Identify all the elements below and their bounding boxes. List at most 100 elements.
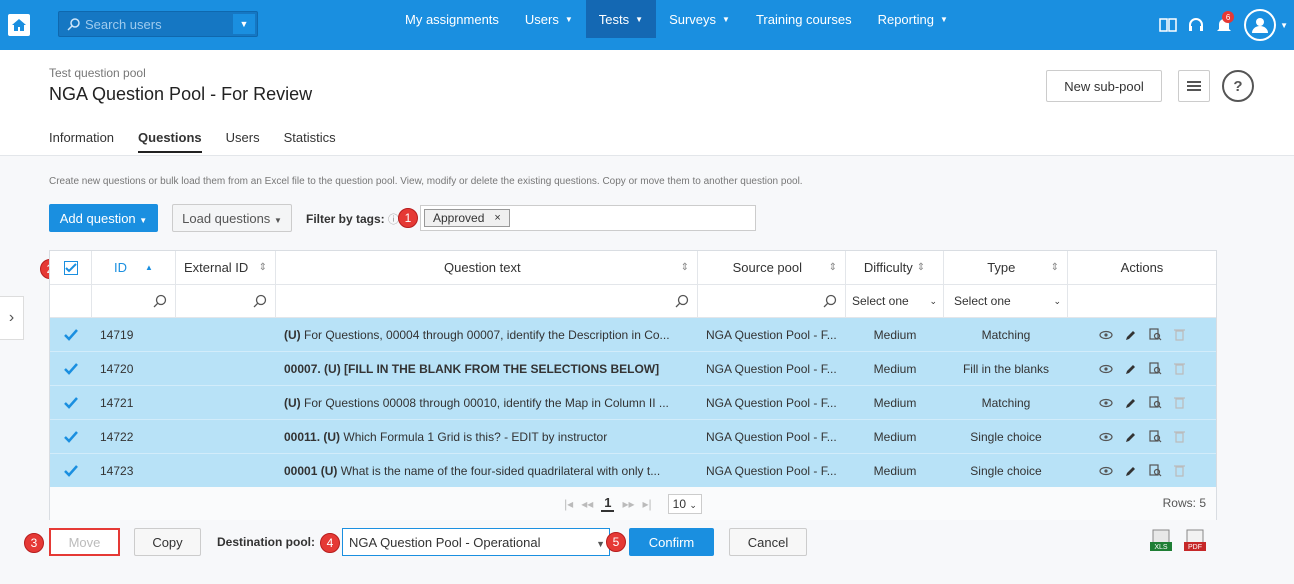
filter-source-pool[interactable] bbox=[698, 285, 846, 317]
row-id: 14722 bbox=[100, 429, 134, 444]
nav-training-courses[interactable]: Training courses bbox=[743, 0, 865, 38]
copy-button[interactable]: Copy bbox=[134, 528, 201, 556]
move-button[interactable]: Move bbox=[49, 528, 120, 556]
header-difficulty[interactable]: Difficulty ⇕ bbox=[846, 251, 944, 284]
topbar-right-icons: 6 ▼ bbox=[1154, 0, 1294, 50]
question-prefix: (U) bbox=[284, 395, 301, 410]
header-external-id[interactable]: External ID ⇕ bbox=[176, 251, 276, 284]
filter-difficulty-select[interactable]: Select one ⌄ bbox=[846, 285, 944, 317]
preview-doc-icon[interactable] bbox=[1149, 328, 1162, 341]
table-row[interactable]: 14719 (U) For Questions, 00004 through 0… bbox=[50, 318, 1216, 352]
filter-question-text[interactable] bbox=[276, 285, 698, 317]
eye-icon[interactable] bbox=[1099, 398, 1113, 408]
eye-icon[interactable] bbox=[1099, 330, 1113, 340]
nav-my-assignments[interactable]: My assignments bbox=[392, 0, 512, 38]
tab-questions[interactable]: Questions bbox=[138, 130, 202, 153]
notifications-button[interactable]: 6 bbox=[1210, 11, 1238, 39]
header-source-pool[interactable]: Source pool ⇕ bbox=[698, 251, 846, 284]
support-button[interactable] bbox=[1182, 11, 1210, 39]
destination-pool-select[interactable]: NGA Question Pool - Operational ▼ bbox=[342, 528, 610, 556]
tab-information[interactable]: Information bbox=[49, 130, 114, 153]
nav-label: Reporting bbox=[877, 11, 934, 27]
nav-users[interactable]: Users ▼ bbox=[512, 0, 586, 38]
trash-icon[interactable] bbox=[1174, 328, 1185, 341]
pdf-export-icon[interactable]: PDF bbox=[1184, 529, 1206, 555]
nav-surveys[interactable]: Surveys ▼ bbox=[656, 0, 743, 38]
preview-doc-icon[interactable] bbox=[1149, 396, 1162, 409]
current-page[interactable]: 1 bbox=[601, 495, 615, 512]
eye-icon[interactable] bbox=[1099, 364, 1113, 374]
nav-reporting[interactable]: Reporting ▼ bbox=[865, 0, 961, 38]
trash-icon[interactable] bbox=[1174, 362, 1185, 375]
row-checkbox[interactable] bbox=[50, 318, 92, 351]
table-row[interactable]: 14721 (U) For Questions 00008 through 00… bbox=[50, 386, 1216, 420]
sort-icon: ⇕ bbox=[828, 262, 837, 273]
trash-icon[interactable] bbox=[1174, 430, 1185, 443]
new-sub-pool-button[interactable]: New sub-pool bbox=[1046, 70, 1162, 102]
filter-id[interactable] bbox=[92, 285, 176, 317]
header-id-label: ID bbox=[114, 260, 128, 275]
expand-sidebar-button[interactable]: › bbox=[0, 296, 24, 340]
pencil-icon[interactable] bbox=[1125, 465, 1137, 477]
filter-tags-input[interactable]: Approved × bbox=[420, 205, 756, 231]
nav-tests[interactable]: Tests ▼ bbox=[585, 0, 657, 38]
remove-tag-icon[interactable]: × bbox=[494, 212, 500, 224]
last-page-icon[interactable]: ▸| bbox=[643, 497, 652, 511]
confirm-button[interactable]: Confirm bbox=[629, 528, 714, 556]
row-checkbox[interactable] bbox=[50, 420, 92, 453]
first-page-icon[interactable]: |◂ bbox=[564, 497, 573, 511]
pencil-icon[interactable] bbox=[1125, 363, 1137, 375]
search-users-input[interactable] bbox=[85, 16, 235, 32]
search-dropdown-button[interactable]: ▼ bbox=[233, 14, 255, 34]
eye-icon[interactable] bbox=[1099, 432, 1113, 442]
main-nav: My assignments Users ▼ Tests ▼ Surveys ▼ Tr… bbox=[392, 0, 961, 50]
prev-page-icon[interactable]: ◂◂ bbox=[581, 497, 593, 511]
svg-text:XLS: XLS bbox=[1154, 544, 1168, 551]
trash-icon[interactable] bbox=[1174, 396, 1185, 409]
home-button[interactable] bbox=[8, 14, 30, 36]
add-question-button[interactable]: Add question ▼ bbox=[49, 204, 158, 232]
search-users-box[interactable]: ▼ bbox=[58, 11, 258, 37]
header-type[interactable]: Type ⇕ bbox=[944, 251, 1068, 284]
chevron-right-icon: › bbox=[8, 309, 15, 326]
preview-doc-icon[interactable] bbox=[1149, 464, 1162, 477]
caret-down-icon[interactable]: ▼ bbox=[1280, 21, 1288, 30]
filter-external-id[interactable] bbox=[176, 285, 276, 317]
table-row[interactable]: 14723 00001 (U) What is the name of the … bbox=[50, 454, 1216, 488]
step-marker-4: 4 bbox=[320, 533, 340, 553]
row-checkbox[interactable] bbox=[50, 454, 92, 487]
pencil-icon[interactable] bbox=[1125, 329, 1137, 341]
trash-icon[interactable] bbox=[1174, 464, 1185, 477]
header-id[interactable]: ID ▲ bbox=[92, 251, 176, 284]
tab-users[interactable]: Users bbox=[226, 130, 260, 153]
pencil-icon[interactable] bbox=[1125, 397, 1137, 409]
load-questions-button[interactable]: Load questions ▼ bbox=[172, 204, 292, 232]
row-actions bbox=[1068, 352, 1216, 385]
tab-statistics[interactable]: Statistics bbox=[284, 130, 336, 153]
question-prefix: 00001 (U) bbox=[284, 463, 338, 478]
filter-type-select[interactable]: Select one ⌄ bbox=[944, 285, 1068, 317]
preview-doc-icon[interactable] bbox=[1149, 430, 1162, 443]
row-checkbox[interactable] bbox=[50, 386, 92, 419]
table-row[interactable]: 14720 00007. (U) [FILL IN THE BLANK FROM… bbox=[50, 352, 1216, 386]
select-all-checkbox[interactable] bbox=[50, 251, 92, 284]
help-button[interactable]: ? bbox=[1222, 70, 1254, 102]
pencil-icon[interactable] bbox=[1125, 431, 1137, 443]
row-source-pool: NGA Question Pool - F... bbox=[706, 463, 837, 478]
preview-doc-icon[interactable] bbox=[1149, 362, 1162, 375]
row-external-id bbox=[176, 352, 276, 385]
next-page-icon[interactable]: ▸▸ bbox=[622, 497, 634, 511]
header-question-text[interactable]: Question text ⇕ bbox=[276, 251, 698, 284]
book-button[interactable] bbox=[1154, 11, 1182, 39]
eye-icon[interactable] bbox=[1099, 466, 1113, 476]
question-body: Which Formula 1 Grid is this? - EDIT by … bbox=[340, 429, 608, 444]
user-menu-button[interactable] bbox=[1244, 9, 1277, 41]
table-row[interactable]: 14722 00011. (U) Which Formula 1 Grid is… bbox=[50, 420, 1216, 454]
page-size-select[interactable]: 10 ⌄ bbox=[667, 493, 702, 514]
headset-icon bbox=[1189, 18, 1204, 31]
list-menu-button[interactable] bbox=[1178, 70, 1210, 102]
cancel-button[interactable]: Cancel bbox=[729, 528, 807, 556]
row-checkbox[interactable] bbox=[50, 352, 92, 385]
move-copy-bar: 3 Move Copy Destination pool: 4 NGA Ques… bbox=[0, 527, 1294, 567]
xls-export-icon[interactable]: XLS bbox=[1150, 529, 1172, 555]
